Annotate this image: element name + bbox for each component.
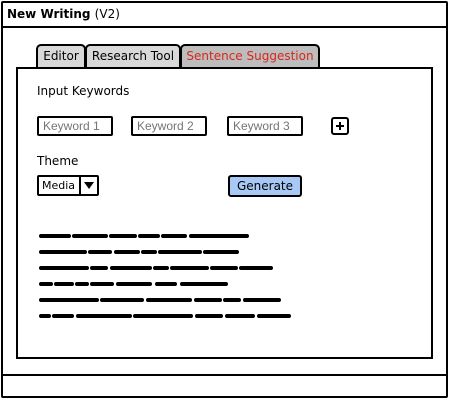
tab-research-tool-label: Research Tool	[91, 49, 175, 63]
tab-editor-label: Editor	[43, 49, 79, 63]
keyword-2-input[interactable]	[131, 116, 207, 136]
window-version: (V2)	[94, 7, 120, 21]
generated-text-placeholder	[39, 234, 291, 318]
theme-select-value: Media	[42, 179, 76, 192]
tab-research-tool[interactable]: Research Tool	[85, 44, 181, 68]
keyword-3-input[interactable]	[227, 116, 303, 136]
window-title: New Writing	[7, 7, 91, 21]
generate-button-label: Generate	[236, 179, 294, 193]
title-bar: New Writing (V2)	[3, 3, 446, 28]
tab-editor[interactable]: Editor	[36, 44, 86, 68]
chevron-down-icon[interactable]	[79, 177, 97, 194]
theme-select[interactable]: Media	[37, 175, 99, 196]
theme-label: Theme	[37, 154, 79, 168]
add-keyword-plus-icon[interactable]	[331, 117, 349, 135]
keyword-1-input[interactable]	[37, 116, 113, 136]
tab-sentence-suggestion-label: Sentence Suggestion	[186, 49, 314, 63]
status-bar	[3, 374, 446, 396]
tab-sentence-suggestion[interactable]: Sentence Suggestion	[180, 44, 320, 68]
input-keywords-label: Input Keywords	[37, 84, 130, 98]
generate-button[interactable]: Generate	[228, 175, 302, 197]
